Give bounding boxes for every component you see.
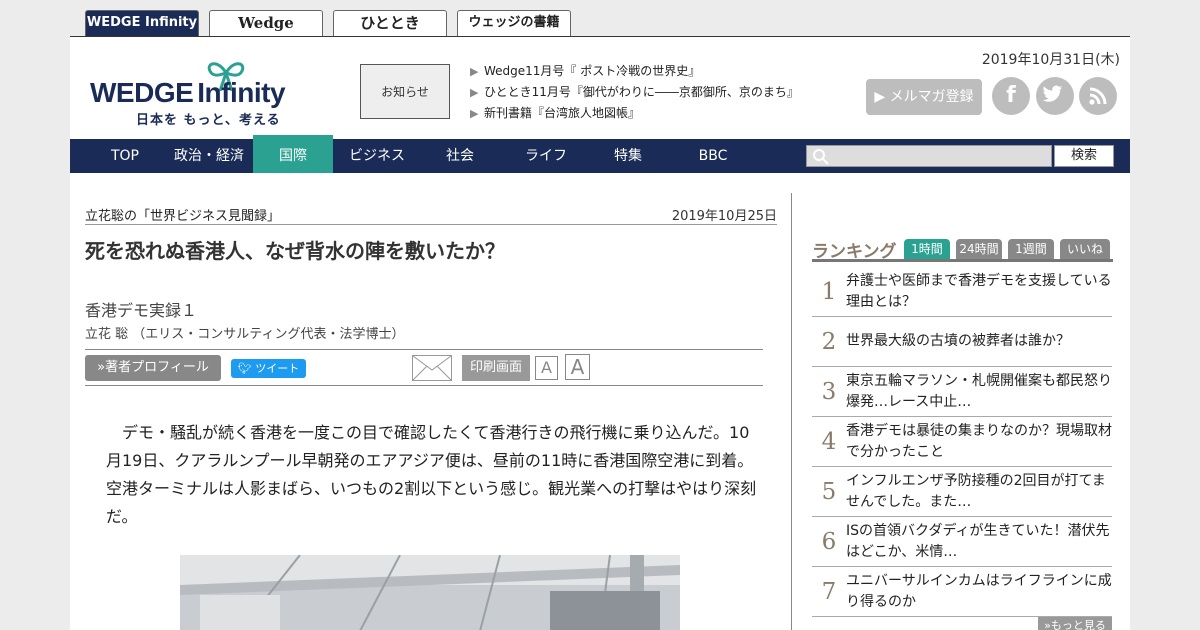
- ranking-link[interactable]: ISの首領バクダディが生きていた！潜伏先はどこか、米情…: [846, 521, 1112, 563]
- mail-icon[interactable]: [412, 355, 452, 381]
- nav-top[interactable]: TOP: [90, 139, 160, 173]
- ranking-more-button[interactable]: »もっと見る: [1038, 617, 1112, 630]
- author-profile-button[interactable]: »著者プロフィール: [85, 355, 221, 381]
- ranking-link[interactable]: 弁護士や医師まで香港デモを支援している理由とは？: [846, 271, 1112, 313]
- ranking-tab-1h[interactable]: 1時間: [904, 239, 950, 259]
- article-subtitle: 香港デモ実録１: [85, 301, 198, 320]
- ranking-number: 1: [821, 279, 837, 305]
- nav-life[interactable]: ライフ: [506, 139, 586, 173]
- divider: [85, 349, 763, 350]
- ranking-link[interactable]: 世界最大級の古墳の被葬者は誰か？: [846, 331, 1112, 352]
- ranking-link[interactable]: 香港デモは暴徒の集まりなのか？現場取材で分かったこと: [846, 421, 1112, 463]
- ranking-item[interactable]: 3 東京五輪マラソン・札幌開催案も都民怒り爆発…レース中止…: [812, 367, 1112, 417]
- ranking-number: 5: [821, 479, 837, 505]
- facebook-icon[interactable]: f: [992, 77, 1030, 115]
- nav-international[interactable]: 国際: [253, 135, 333, 173]
- notice-box[interactable]: お知らせ: [360, 64, 450, 119]
- site-tab-wedge-infinity[interactable]: WEDGE Infinity: [85, 10, 199, 36]
- article-headline: 死を恐れぬ香港人、なぜ背水の陣を敷いたか？: [85, 239, 505, 263]
- site-logo[interactable]: WEDGE Infinity 日本を もっと、考える: [90, 57, 320, 128]
- ranking-link[interactable]: インフルエンザ予防接種の2回目が打てませんでした。また…: [846, 471, 1112, 513]
- column-divider: [791, 193, 792, 630]
- tweet-button[interactable]: 🐦︎ ツイート: [231, 359, 306, 378]
- main-nav: TOP 政治・経済 国際 ビジネス 社会 ライフ 特集 BBC 検索: [70, 135, 1130, 173]
- article-photo: [180, 555, 680, 630]
- article-author: 立花 聡 （エリス・コンサルティング代表・法学博士）: [85, 327, 405, 342]
- twitter-bird-icon: [1042, 85, 1063, 102]
- page: WEDGE Infinity 日本を もっと、考える お知らせ ▶ Wedge11月…: [70, 36, 1130, 630]
- triangle-right-icon: ▶: [470, 65, 479, 78]
- triangle-right-icon: ▶: [470, 86, 479, 99]
- twitter-bird-icon: 🐦︎: [237, 362, 252, 375]
- ranking-number: 4: [821, 429, 837, 455]
- font-size-large-button[interactable]: A: [565, 354, 590, 380]
- triangle-right-icon: ▶: [470, 107, 479, 120]
- logo-wordmark: WEDGE Infinity: [90, 77, 286, 108]
- search-input[interactable]: [806, 145, 1052, 167]
- ranking-tab-1w[interactable]: 1週間: [1008, 239, 1054, 259]
- ranking-link[interactable]: ユニバーサルインカムはライフラインに成り得るのか: [846, 571, 1112, 613]
- ranking-item[interactable]: 7 ユニバーサルインカムはライフラインに成り得るのか: [812, 567, 1112, 617]
- news-list: ▶ Wedge11月号『 ポスト冷戦の世界史』 ▶ ひととき11月号『御代がわりに―…: [470, 61, 799, 124]
- nav-politics-economy[interactable]: 政治・経済: [166, 139, 252, 173]
- nav-society[interactable]: 社会: [424, 139, 496, 173]
- ranking-number: 2: [821, 329, 837, 355]
- news-item[interactable]: ▶ Wedge11月号『 ポスト冷戦の世界史』: [470, 61, 799, 82]
- ranking-item[interactable]: 4 香港デモは暴徒の集まりなのか？現場取材で分かったこと: [812, 417, 1112, 467]
- article-date: 2019年10月25日: [671, 209, 777, 224]
- rss-icon[interactable]: [1079, 77, 1117, 115]
- font-size-small-button[interactable]: A: [535, 356, 558, 380]
- mailmag-button[interactable]: ▶ メルマガ登録: [866, 79, 982, 115]
- article-body: デモ・騒乱が続く香港を一度この目で確認したくて香港行きの飛行機に乗り込んだ。10…: [106, 423, 757, 526]
- site-tab-books[interactable]: ウェッジの書籍: [457, 10, 571, 36]
- logo-tagline: 日本を もっと、考える: [136, 113, 281, 128]
- search-icon: [813, 149, 829, 165]
- ranking-link[interactable]: 東京五輪マラソン・札幌開催案も都民怒り爆発…レース中止…: [846, 371, 1112, 413]
- nav-feature[interactable]: 特集: [590, 139, 666, 173]
- nav-business[interactable]: ビジネス: [336, 139, 418, 173]
- ranking-tab-24h[interactable]: 24時間: [956, 239, 1002, 259]
- divider: [85, 385, 763, 386]
- ranking-item[interactable]: 2 世界最大級の古墳の被葬者は誰か？: [812, 317, 1112, 367]
- ranking-tab-likes[interactable]: いいね: [1060, 239, 1110, 259]
- ranking-item[interactable]: 1 弁護士や医師まで香港デモを支援している理由とは？: [812, 267, 1112, 317]
- search-button[interactable]: 検索: [1054, 145, 1114, 167]
- ranking-number: 7: [821, 579, 837, 605]
- divider: [85, 224, 777, 225]
- twitter-icon[interactable]: [1036, 77, 1074, 115]
- news-item[interactable]: ▶ ひととき11月号『御代がわりに――京都御所、京のまち』: [470, 82, 799, 103]
- header-date: 2019年10月31日(木): [981, 52, 1120, 68]
- news-item[interactable]: ▶ 新刊書籍『台湾旅人地図帳』: [470, 103, 799, 124]
- ranking-number: 6: [821, 529, 837, 555]
- article-series[interactable]: 立花聡の「世界ビジネス見聞録」: [85, 205, 280, 224]
- ranking-item[interactable]: 5 インフルエンザ予防接種の2回目が打てませんでした。また…: [812, 467, 1112, 517]
- rss-feed-icon: [1089, 87, 1107, 105]
- nav-bbc[interactable]: BBC: [674, 139, 752, 173]
- site-tab-hitotoki[interactable]: ひととき: [333, 10, 447, 36]
- ranking-number: 3: [821, 379, 837, 405]
- print-button[interactable]: 印刷画面: [462, 355, 530, 381]
- play-icon: ▶: [874, 89, 886, 105]
- site-tab-wedge[interactable]: Wedge: [209, 10, 323, 36]
- ranking-item[interactable]: 6 ISの首領バクダディが生きていた！潜伏先はどこか、米情…: [812, 517, 1112, 567]
- ranking-rule: [812, 259, 1113, 262]
